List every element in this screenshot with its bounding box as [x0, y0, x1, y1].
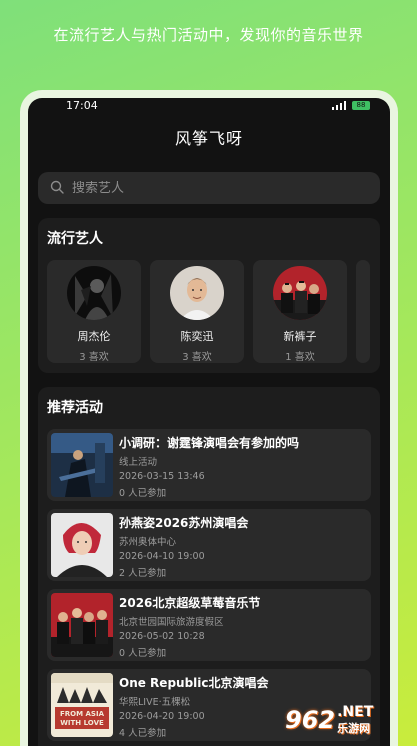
event-venue: 线上活动 — [119, 457, 158, 468]
avatar — [170, 266, 224, 320]
svg-text:FROM ASIA: FROM ASIA — [60, 710, 105, 718]
battery-icon: 88 — [352, 100, 370, 110]
artist-card-2[interactable]: 陈奕迅 3 喜欢 — [150, 260, 244, 363]
popular-artists-section: 流行艺人 周杰伦 3 喜欢 陈奕迅 3 喜欢 新裤子 1 喜欢 — [38, 218, 380, 373]
event-thumbnail — [51, 433, 113, 497]
search-input[interactable] — [72, 180, 352, 196]
event-time: 2026-05-02 10:28 — [119, 631, 205, 642]
status-time: 17:04 — [66, 98, 98, 112]
event-participants: 0 人已参加 — [119, 648, 167, 659]
event-venue: 华熙LIVE·五棵松 — [119, 697, 191, 708]
avatar — [273, 266, 327, 320]
event-info: One Republic北京演唱会 华熙LIVE·五棵松 2026-04-20 … — [119, 673, 269, 739]
event-venue: 苏州奥体中心 — [119, 537, 177, 548]
event-time: 2026-04-20 19:00 — [119, 711, 205, 722]
event-title: 孙燕姿2026苏州演唱会 — [119, 516, 249, 530]
event-thumbnail — [51, 593, 113, 657]
event-card-2[interactable]: 孙燕姿2026苏州演唱会 苏州奥体中心 2026-04-10 19:00 2 人… — [47, 509, 371, 581]
artist-name: 周杰伦 — [77, 330, 111, 343]
event-title: One Republic北京演唱会 — [119, 676, 269, 690]
site-watermark: 962 .NET 乐游网 — [285, 698, 411, 742]
event-thumbnail — [51, 513, 113, 577]
watermark-logo: 962 — [285, 706, 336, 734]
event-thumbnail: FROM ASIA WITH LOVE — [51, 673, 113, 737]
event-info: 小调研：谢霆锋演唱会有参加的吗 线上活动 2026-03-15 13:46 0 … — [119, 433, 300, 499]
section-title-artists: 流行艺人 — [47, 231, 103, 247]
watermark-text: .NET 乐游网 — [337, 704, 373, 736]
event-time: 2026-03-15 13:46 — [119, 471, 205, 482]
artist-likes: 3 喜欢 — [182, 352, 212, 363]
status-indicators: 88 — [332, 100, 370, 110]
event-info: 孙燕姿2026苏州演唱会 苏州奥体中心 2026-04-10 19:00 2 人… — [119, 513, 249, 579]
event-time: 2026-04-10 19:00 — [119, 551, 205, 562]
artist-card-4[interactable] — [356, 260, 370, 363]
artist-name: 新裤子 — [283, 330, 317, 343]
artist-card-3[interactable]: 新裤子 1 喜欢 — [253, 260, 347, 363]
search-bar[interactable] — [38, 172, 380, 204]
svg-text:WITH LOVE: WITH LOVE — [60, 719, 104, 727]
event-participants: 4 人已参加 — [119, 728, 167, 739]
avatar — [67, 266, 121, 320]
event-list: 小调研：谢霆锋演唱会有参加的吗 线上活动 2026-03-15 13:46 0 … — [47, 429, 371, 741]
event-participants: 0 人已参加 — [119, 488, 167, 499]
artist-list: 周杰伦 3 喜欢 陈奕迅 3 喜欢 新裤子 1 喜欢 — [47, 260, 371, 363]
event-venue: 北京世园国际旅游度假区 — [119, 617, 224, 628]
artist-card-1[interactable]: 周杰伦 3 喜欢 — [47, 260, 141, 363]
event-title: 2026北京超级草莓音乐节 — [119, 596, 261, 610]
artist-name: 陈奕迅 — [180, 330, 214, 343]
recommended-events-section: 推荐活动 小调研：谢霆锋演唱会有参加的吗 线上活动 2026-03-15 13:… — [38, 387, 380, 746]
event-title: 小调研：谢霆锋演唱会有参加的吗 — [119, 436, 300, 450]
artist-likes: 3 喜欢 — [79, 352, 109, 363]
app-header: 风筝飞呀 — [28, 112, 390, 162]
phone-frame: 17:04 88 风筝飞呀 流行艺人 — [20, 90, 398, 746]
artist-likes: 1 喜欢 — [285, 352, 315, 363]
watermark-net: .NET — [337, 704, 374, 720]
watermark-cn: 乐游网 — [337, 722, 371, 735]
event-participants: 2 人已参加 — [119, 568, 167, 579]
search-icon — [50, 179, 64, 198]
event-card-1[interactable]: 小调研：谢霆锋演唱会有参加的吗 线上活动 2026-03-15 13:46 0 … — [47, 429, 371, 501]
page-title: 风筝飞呀 — [174, 129, 243, 148]
event-info: 2026北京超级草莓音乐节 北京世园国际旅游度假区 2026-05-02 10:… — [119, 593, 261, 659]
promo-banner: 在流行艺人与热门活动中，发现你的音乐世界 — [53, 26, 364, 44]
status-bar: 17:04 88 — [28, 98, 390, 112]
event-card-3[interactable]: 2026北京超级草莓音乐节 北京世园国际旅游度假区 2026-05-02 10:… — [47, 589, 371, 661]
section-title-events: 推荐活动 — [47, 400, 103, 416]
signal-icon — [332, 100, 346, 110]
app-screen: 17:04 88 风筝飞呀 流行艺人 — [28, 98, 390, 746]
